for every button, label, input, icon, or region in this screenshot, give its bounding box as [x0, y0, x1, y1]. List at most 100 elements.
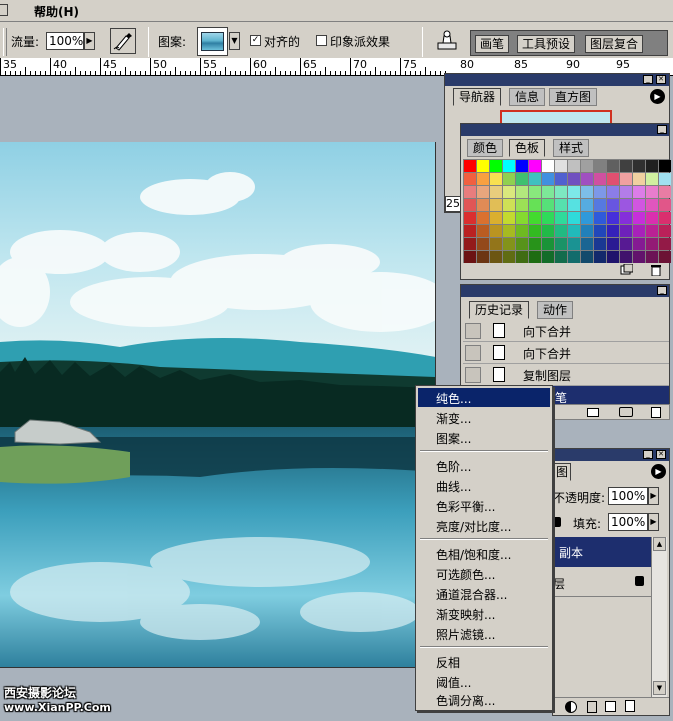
minimize-button[interactable]: _	[657, 286, 667, 295]
swatch[interactable]	[503, 160, 515, 172]
tab-histogram[interactable]: 直方图	[549, 88, 598, 106]
swatch[interactable]	[516, 160, 528, 172]
pattern-dropdown-button[interactable]: ▼	[229, 32, 240, 50]
swatch[interactable]	[568, 251, 580, 263]
swatch[interactable]	[542, 186, 554, 198]
flow-input[interactable]: 100%	[46, 32, 84, 50]
swatch[interactable]	[646, 238, 658, 250]
swatch[interactable]	[620, 173, 632, 185]
swatch[interactable]	[516, 173, 528, 185]
swatch[interactable]	[633, 186, 645, 198]
swatch[interactable]	[620, 212, 632, 224]
swatch[interactable]	[490, 186, 502, 198]
swatch[interactable]	[516, 186, 528, 198]
menu-item-levels[interactable]: 色阶...	[436, 458, 471, 475]
swatch[interactable]	[594, 199, 606, 211]
swatch[interactable]	[555, 199, 567, 211]
menu-help[interactable]: 帮助(H)	[34, 3, 79, 20]
swatch[interactable]	[555, 160, 567, 172]
swatch[interactable]	[633, 212, 645, 224]
swatch[interactable]	[464, 160, 476, 172]
swatch[interactable]	[633, 160, 645, 172]
close-button[interactable]: ✕	[656, 75, 666, 84]
scroll-up-button[interactable]: ▲	[653, 537, 666, 551]
tab-styles[interactable]: 样式	[553, 139, 590, 157]
minimize-button[interactable]: _	[643, 75, 653, 84]
impressionist-checkbox[interactable]	[316, 35, 327, 46]
swatch[interactable]	[477, 238, 489, 250]
swatch-grid[interactable]	[463, 159, 671, 263]
swatch[interactable]	[659, 251, 671, 263]
menu-item-gradient[interactable]: 渐变...	[436, 410, 471, 427]
swatch[interactable]	[516, 251, 528, 263]
close-button[interactable]: ✕	[656, 450, 666, 459]
menu-item-hue-saturation[interactable]: 色相/饱和度...	[436, 546, 512, 563]
horizontal-ruler[interactable]: 35 40 45 50 55 60 65 70 75	[0, 58, 448, 76]
history-snapshot-checkbox[interactable]	[465, 345, 481, 361]
tab-info[interactable]: 信息	[509, 88, 546, 106]
swatch[interactable]	[568, 186, 580, 198]
swatch[interactable]	[594, 251, 606, 263]
swatch[interactable]	[620, 251, 632, 263]
swatch[interactable]	[529, 173, 541, 185]
swatch[interactable]	[594, 238, 606, 250]
navigator-zoom-input[interactable]: 25	[445, 196, 461, 212]
swatch[interactable]	[594, 160, 606, 172]
new-layer-icon[interactable]	[605, 701, 616, 712]
swatch[interactable]	[464, 173, 476, 185]
navigator-thumbnail[interactable]	[500, 110, 612, 124]
swatch[interactable]	[607, 225, 619, 237]
swatch[interactable]	[477, 251, 489, 263]
menu-item-threshold[interactable]: 阈值...	[436, 674, 471, 691]
swatch[interactable]	[633, 238, 645, 250]
swatch[interactable]	[568, 173, 580, 185]
swatch[interactable]	[464, 238, 476, 250]
swatch[interactable]	[464, 225, 476, 237]
swatch[interactable]	[516, 238, 528, 250]
trash-icon[interactable]	[625, 700, 635, 712]
swatch[interactable]	[542, 173, 554, 185]
menu-item-brightness-contrast[interactable]: 亮度/对比度...	[436, 518, 512, 535]
history-title-bar[interactable]: _	[461, 285, 669, 297]
swatch[interactable]	[594, 173, 606, 185]
swatch[interactable]	[581, 212, 593, 224]
swatch[interactable]	[503, 225, 515, 237]
swatch[interactable]	[594, 212, 606, 224]
pattern-picker[interactable]	[197, 27, 228, 56]
swatch[interactable]	[568, 238, 580, 250]
camera-icon[interactable]	[619, 407, 633, 417]
swatch[interactable]	[581, 238, 593, 250]
history-item[interactable]: 向下合并	[463, 342, 669, 364]
swatch[interactable]	[607, 238, 619, 250]
swatch[interactable]	[529, 186, 541, 198]
well-tab-layer-comps[interactable]: 图层复合	[585, 35, 644, 53]
swatch[interactable]	[633, 251, 645, 263]
new-swatch-icon[interactable]	[619, 263, 634, 276]
swatch[interactable]	[477, 199, 489, 211]
tab-layers[interactable]: 图	[553, 463, 572, 481]
swatch[interactable]	[503, 173, 515, 185]
swatch[interactable]	[490, 173, 502, 185]
swatch[interactable]	[581, 251, 593, 263]
swatch[interactable]	[542, 238, 554, 250]
tab-history[interactable]: 历史记录	[469, 301, 530, 319]
swatch[interactable]	[555, 212, 567, 224]
menu-item-gradient-map[interactable]: 渐变映射...	[436, 606, 495, 623]
swatch[interactable]	[659, 186, 671, 198]
tab-actions[interactable]: 动作	[537, 301, 574, 319]
swatch[interactable]	[633, 225, 645, 237]
fill-slider-button[interactable]: ▶	[648, 513, 659, 531]
swatch[interactable]	[542, 225, 554, 237]
swatch[interactable]	[620, 225, 632, 237]
swatch[interactable]	[659, 173, 671, 185]
swatch[interactable]	[646, 251, 658, 263]
swatch[interactable]	[542, 251, 554, 263]
history-snapshot-checkbox[interactable]	[465, 323, 481, 339]
swatches-title-bar[interactable]: _	[461, 124, 669, 136]
menu-item-curves[interactable]: 曲线...	[436, 478, 471, 495]
menu-item-posterize[interactable]: 色调分离...	[436, 692, 495, 709]
swatch[interactable]	[529, 251, 541, 263]
swatch[interactable]	[581, 199, 593, 211]
swatch[interactable]	[646, 160, 658, 172]
swatch[interactable]	[568, 160, 580, 172]
